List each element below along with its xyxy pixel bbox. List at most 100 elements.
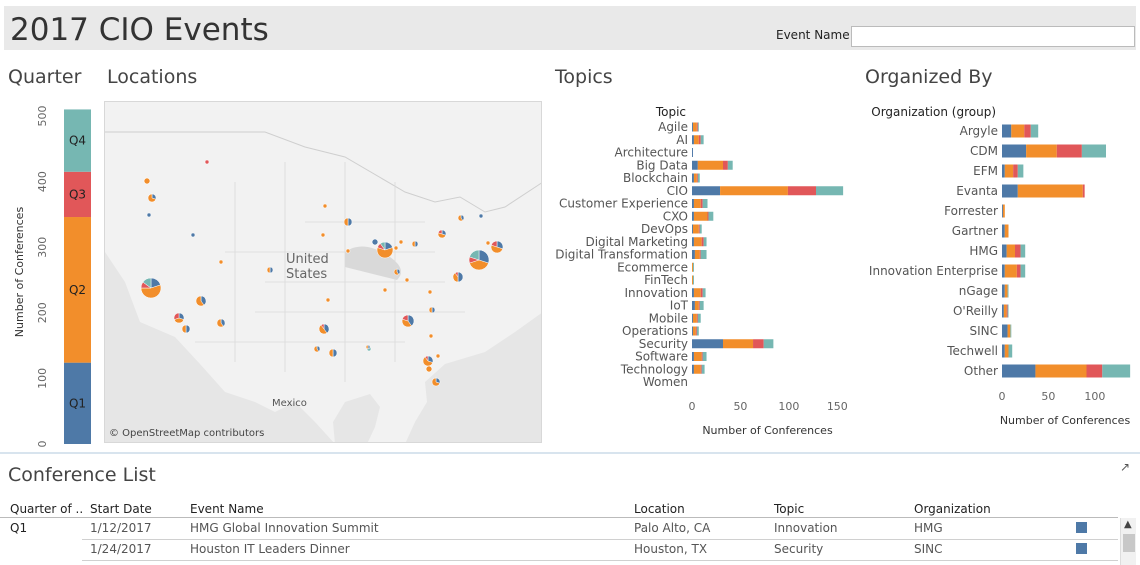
bar-segment[interactable] — [1004, 264, 1017, 278]
bar-segment[interactable] — [697, 313, 701, 323]
bar-segment[interactable] — [1006, 244, 1015, 258]
bar-segment[interactable] — [1002, 124, 1012, 138]
bar-segment[interactable] — [1011, 124, 1025, 138]
bar-segment[interactable] — [694, 250, 700, 259]
bar-segment[interactable] — [693, 288, 701, 298]
bar-segment[interactable] — [692, 339, 723, 349]
bar-segment[interactable] — [702, 288, 706, 298]
bar-segment[interactable] — [1002, 324, 1008, 338]
bar-segment[interactable] — [787, 186, 816, 196]
bar-segment[interactable] — [1020, 244, 1026, 258]
map-location-marker[interactable] — [437, 229, 447, 239]
bar-segment[interactable] — [707, 211, 709, 221]
list-scrollbar[interactable]: ▲ — [1120, 518, 1136, 565]
bar-segment[interactable] — [692, 237, 694, 247]
bar-segment[interactable] — [1035, 364, 1087, 378]
bar-segment[interactable] — [692, 135, 694, 145]
bar-segment[interactable] — [1086, 364, 1103, 378]
bar-segment[interactable] — [692, 364, 694, 374]
map-location-marker[interactable] — [393, 245, 399, 251]
column-header-event-name[interactable]: Event Name — [190, 502, 264, 516]
bar-segment[interactable] — [753, 339, 764, 349]
map-location-marker[interactable] — [490, 240, 504, 254]
bar-segment[interactable] — [1082, 184, 1085, 198]
map-location-marker[interactable] — [204, 159, 210, 165]
bar-segment[interactable] — [701, 352, 703, 361]
bar-segment[interactable] — [1002, 304, 1004, 318]
bar-segment[interactable] — [692, 122, 697, 132]
bar-segment[interactable] — [700, 364, 702, 374]
map-location-marker[interactable] — [365, 344, 371, 350]
bar-segment[interactable] — [692, 199, 694, 208]
bar-segment[interactable] — [1003, 304, 1007, 318]
bar-segment[interactable] — [692, 275, 694, 285]
bar-segment[interactable] — [703, 237, 707, 247]
map-location-marker[interactable] — [313, 345, 321, 353]
map-location-marker[interactable] — [468, 249, 490, 271]
locations-map[interactable]: © OpenStreetMap contributors United Stat… — [104, 101, 542, 443]
bar-segment[interactable] — [701, 364, 705, 374]
bar-segment[interactable] — [1020, 264, 1026, 278]
bar-segment[interactable] — [696, 122, 698, 132]
bar-segment[interactable] — [693, 211, 708, 221]
bar-segment[interactable] — [720, 186, 788, 196]
bar-segment[interactable] — [696, 326, 699, 336]
bar-segment[interactable] — [1002, 204, 1005, 218]
map-location-marker[interactable] — [190, 232, 196, 238]
bar-segment[interactable] — [692, 224, 693, 234]
bar-segment[interactable] — [1017, 164, 1024, 178]
column-header-topic[interactable]: Topic — [774, 502, 804, 516]
bar-segment[interactable] — [692, 326, 696, 336]
bar-segment[interactable] — [692, 160, 698, 170]
bar-segment[interactable] — [727, 160, 733, 170]
map-location-marker[interactable] — [320, 232, 326, 238]
map-location-marker[interactable] — [147, 193, 157, 203]
bar-segment[interactable] — [692, 313, 697, 323]
bar-segment[interactable] — [699, 301, 704, 310]
bar-segment[interactable] — [692, 122, 693, 132]
bar-segment[interactable] — [1006, 304, 1008, 318]
scroll-up-icon[interactable]: ▲ — [1124, 519, 1132, 530]
bar-segment[interactable] — [699, 224, 702, 234]
map-location-marker[interactable] — [173, 312, 185, 324]
bar-segment[interactable] — [698, 301, 700, 310]
map-location-marker[interactable] — [143, 177, 151, 185]
map-location-marker[interactable] — [216, 318, 226, 328]
bar-segment[interactable] — [700, 250, 707, 259]
bar-segment[interactable] — [692, 148, 693, 157]
bar-segment[interactable] — [698, 224, 700, 234]
bar-segment[interactable] — [723, 339, 754, 349]
bar-segment[interactable] — [1002, 144, 1027, 158]
bar-segment[interactable] — [1056, 144, 1082, 158]
map-location-marker[interactable] — [371, 238, 379, 246]
map-location-marker[interactable] — [345, 248, 351, 254]
bar-segment[interactable] — [696, 313, 698, 323]
event-name-filter-input[interactable] — [851, 26, 1135, 47]
bar-segment[interactable] — [700, 288, 703, 298]
bar-segment[interactable] — [763, 339, 774, 349]
bar-segment[interactable] — [1024, 124, 1031, 138]
bar-segment[interactable] — [699, 250, 701, 259]
map-location-marker[interactable] — [218, 259, 224, 265]
map-location-marker[interactable] — [411, 240, 419, 248]
bar-segment[interactable] — [698, 135, 701, 145]
bar-segment[interactable] — [1002, 184, 1018, 198]
bar-segment[interactable] — [701, 237, 704, 247]
map-location-marker[interactable] — [376, 241, 394, 259]
bar-segment[interactable] — [693, 135, 699, 145]
map-location-marker[interactable] — [318, 323, 330, 335]
bar-segment[interactable] — [1004, 284, 1008, 298]
bar-segment[interactable] — [692, 211, 694, 221]
bar-segment[interactable] — [1007, 304, 1009, 318]
bar-segment[interactable] — [696, 173, 698, 183]
bar-segment[interactable] — [693, 237, 702, 247]
bar-segment[interactable] — [697, 160, 723, 170]
map-location-marker[interactable] — [140, 277, 162, 299]
map-location-marker[interactable] — [398, 239, 404, 245]
column-header-quarter[interactable]: Quarter of .. — [10, 502, 83, 516]
bar-segment[interactable] — [692, 301, 695, 310]
map-location-marker[interactable] — [195, 295, 207, 307]
bar-segment[interactable] — [1016, 264, 1021, 278]
bar-segment[interactable] — [692, 262, 694, 272]
map-location-marker[interactable] — [382, 287, 388, 293]
